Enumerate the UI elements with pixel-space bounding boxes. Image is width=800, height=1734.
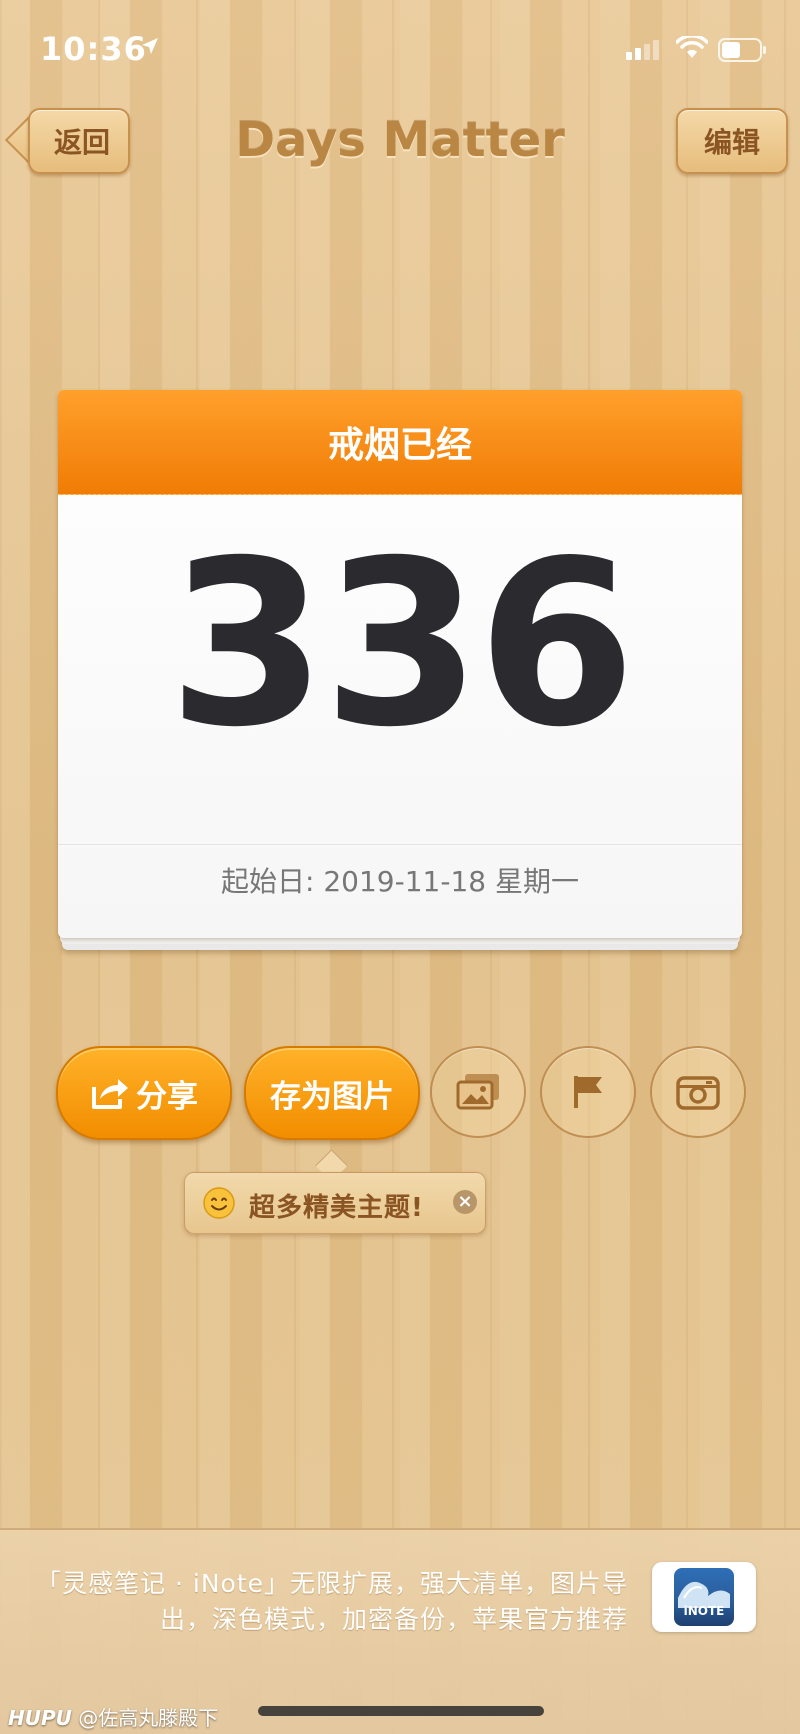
tooltip-close-icon[interactable]: × [453, 1190, 477, 1214]
share-label: 分享 [136, 1078, 198, 1115]
camera-icon [676, 1076, 720, 1110]
ad-text-line: 「灵感笔记 · iNote」无限扩展，强大清单，图片导 [36, 1569, 628, 1598]
status-time: 10:36 [40, 30, 147, 68]
location-arrow-icon [142, 38, 158, 54]
day-counter-card: 戒烟已经 336 起始日: 2019-11-18 星期一 [58, 390, 742, 950]
flag-icon [574, 1076, 602, 1108]
card-divider [58, 844, 742, 845]
camera-button[interactable] [650, 1046, 746, 1138]
wave-icon [678, 1581, 730, 1608]
inote-label: iNOTE [683, 1604, 725, 1618]
theme-gallery-button[interactable] [430, 1046, 526, 1138]
wifi-icon [676, 36, 708, 58]
inote-logo: iNOTE [674, 1568, 734, 1626]
inote-app-icon[interactable]: iNOTE [652, 1562, 756, 1632]
save-image-button[interactable]: 存为图片 [244, 1046, 420, 1140]
watermark-user: @佐高丸滕殿下 [78, 1706, 219, 1730]
theme-tooltip: 超多精美主题! × [184, 1172, 486, 1234]
home-indicator[interactable] [258, 1706, 544, 1716]
battery-icon [718, 38, 766, 62]
share-button[interactable]: 分享 [56, 1046, 232, 1140]
milestone-button[interactable] [540, 1046, 636, 1138]
share-icon [92, 1079, 128, 1109]
app-title: Days Matter [235, 112, 565, 168]
status-bar: 10:36 [0, 0, 800, 90]
event-title: 戒烟已经 [58, 390, 742, 495]
cellular-signal-icon [626, 40, 659, 60]
back-button[interactable]: 返回 [28, 108, 130, 174]
edit-button[interactable]: 编辑 [676, 108, 788, 174]
watermark-brand: HUPU [8, 1706, 72, 1730]
smile-emoji-icon [203, 1187, 235, 1219]
watermark: HUPU @佐高丸滕殿下 [8, 1702, 218, 1731]
photo-gallery-icon [456, 1074, 499, 1110]
days-count: 336 [168, 511, 636, 777]
card-face: 戒烟已经 336 起始日: 2019-11-18 星期一 [58, 390, 742, 938]
ad-text-line: 出，深色模式，加密备份，苹果官方推荐 [159, 1605, 628, 1634]
start-date: 起始日: 2019-11-18 星期一 [221, 865, 579, 898]
tooltip-text: 超多精美主题! [249, 1193, 424, 1223]
